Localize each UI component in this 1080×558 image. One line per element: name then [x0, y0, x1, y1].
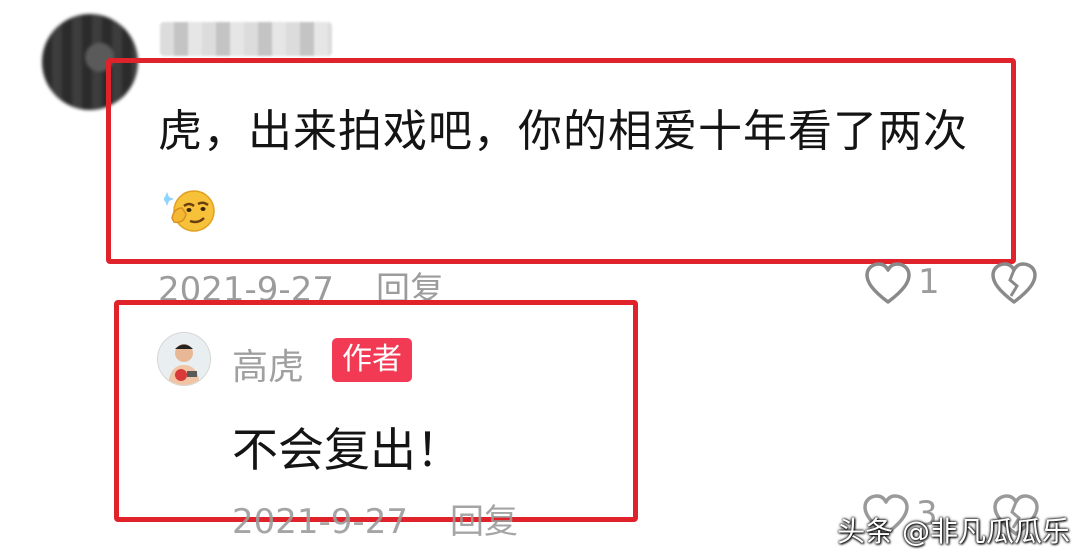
author-avatar[interactable] — [157, 332, 211, 386]
author-username[interactable]: 高虎 — [232, 338, 304, 390]
comment-text-content: 虎，出来拍戏吧，你的相爱十年看了两次 — [158, 106, 968, 157]
like-count: 1 — [918, 262, 940, 302]
smirk-emoji-icon — [160, 182, 216, 234]
reply-button-2[interactable]: 回复 — [450, 502, 518, 542]
commenter-username-blurred[interactable] — [160, 22, 332, 56]
comment-text: 虎，出来拍戏吧，你的相爱十年看了两次 — [158, 92, 998, 252]
broken-heart-icon[interactable] — [990, 262, 1038, 306]
watermark: 头条 @非凡瓜瓜乐 — [837, 515, 1070, 548]
author-badge: 作者 — [332, 338, 412, 382]
reply-meta: 2021-9-27 回复 — [232, 494, 518, 543]
reply-text: 不会复出！ — [232, 423, 462, 477]
heart-icon[interactable] — [864, 262, 912, 306]
reply-date: 2021-9-27 — [232, 502, 408, 542]
